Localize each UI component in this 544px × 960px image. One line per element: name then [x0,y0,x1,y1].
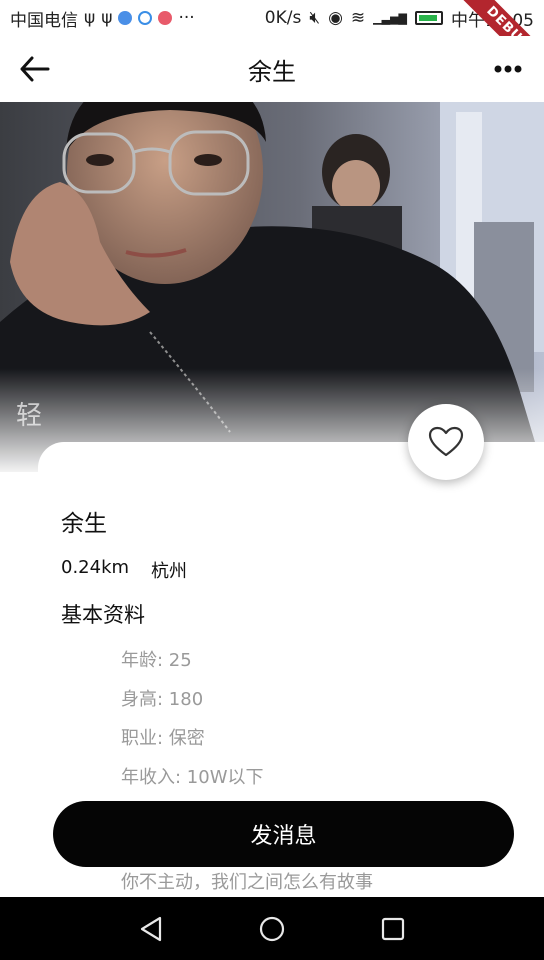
system-nav-bar [0,897,544,960]
mute-icon: 🔇︎ [309,8,321,28]
carrier-label: 中国电信 [10,10,78,31]
section-title-basic-info: 基本资料 [61,603,145,627]
app-notification-icon [158,11,173,25]
info-height: 身高: 180 [121,689,204,710]
wifi-icon: ≋ [350,8,366,28]
more-notifications-icon: ··· [178,8,195,28]
profile-meta: 0.24km 杭州 [61,557,187,583]
network-speed: 0K/s [264,8,302,28]
app-notification-icon [118,11,133,25]
status-left: 中国电信 ψ ψ ··· [10,6,195,31]
info-age: 年龄: 25 [121,650,192,671]
usb-debug-icon: ψ [101,8,113,28]
circle-home-icon[interactable] [257,914,287,944]
eye-icon: ◉ [328,8,343,28]
info-income: 年收入: 10W以下 [121,767,264,788]
square-recent-icon[interactable] [378,914,408,944]
triangle-back-icon[interactable] [136,914,166,944]
send-message-label: 发消息 [250,824,317,849]
distance-label: 0.24km [61,557,130,578]
battery-icon [415,11,443,25]
info-occupation: 职业: 保密 [121,728,205,749]
usb-icon: ψ [84,8,96,28]
app-bar: 余生 [0,36,544,102]
page-title: 余生 [248,57,296,86]
more-horizontal-icon[interactable] [494,64,522,74]
status-bar: 中国电信 ψ ψ ··· 0K/s 🔇︎ ◉ ≋ ▁▃▅▇ 中午12:05 DE… [0,0,544,87]
arrow-back-icon[interactable] [18,54,52,84]
basic-info-list: 年龄: 25 身高: 180 职业: 保密 年收入: 10W以下 [121,649,264,805]
sync-icon [138,11,153,25]
heart-outline-icon [428,426,464,457]
send-message-button[interactable]: 发消息 [53,801,514,867]
signal-icon: ▁▃▅▇ [373,11,407,25]
city-label: 杭州 [151,561,188,582]
profile-name: 余生 [61,511,107,537]
profile-motto: 你不主动，我们之间怎么有故事 [121,872,373,893]
favorite-button[interactable] [408,404,484,480]
